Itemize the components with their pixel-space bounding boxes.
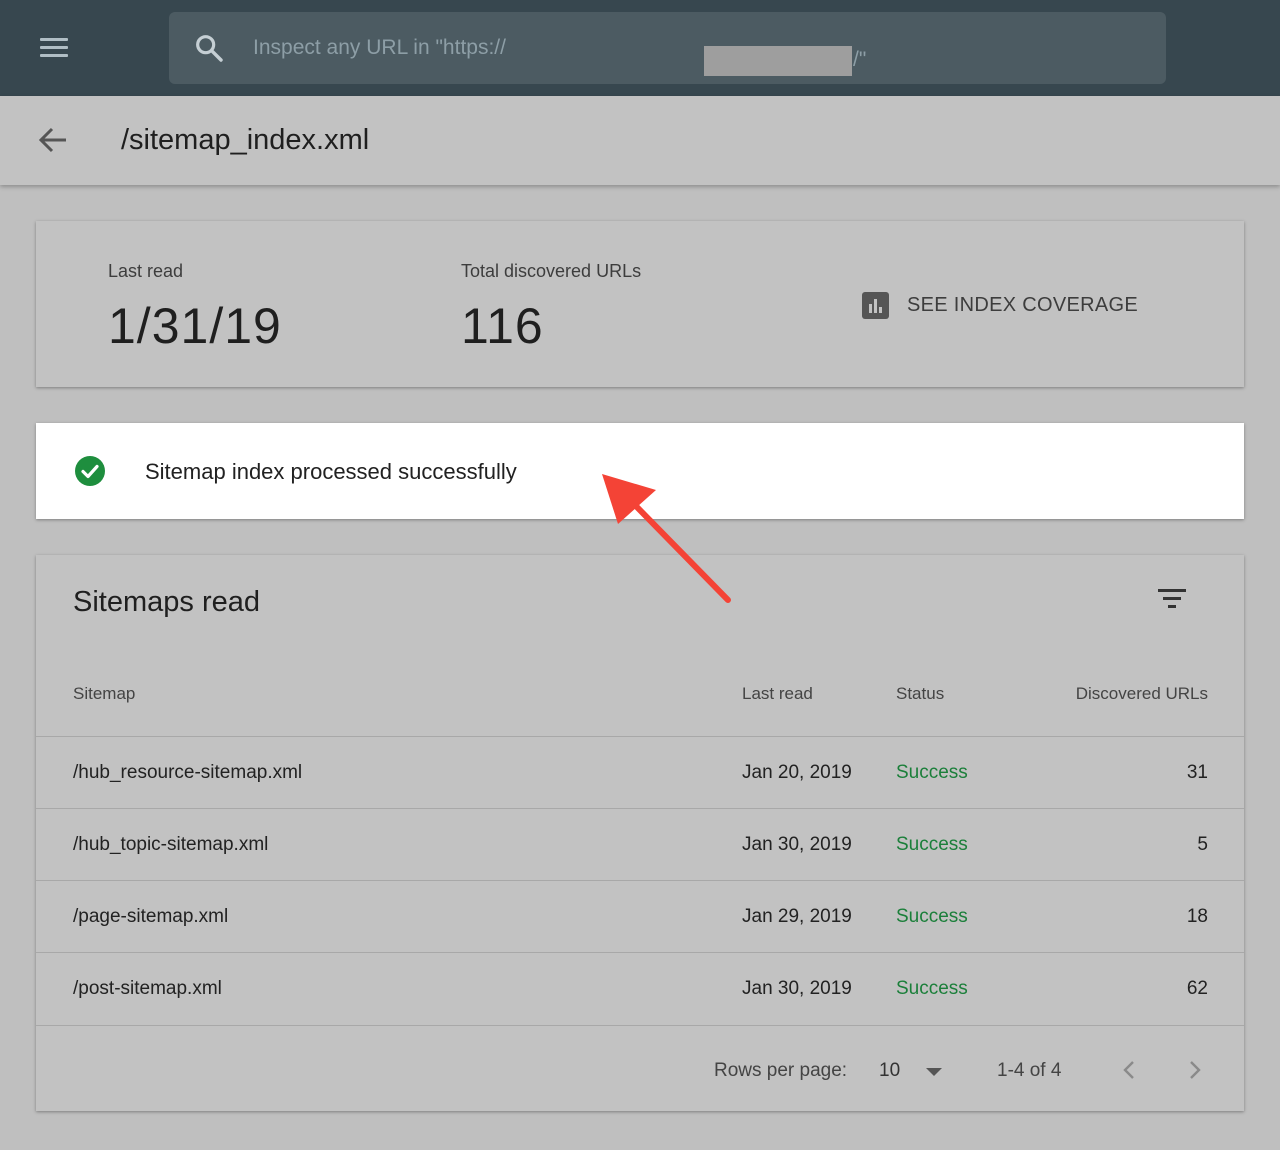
- last-read-label: Last read: [108, 261, 184, 281]
- column-header-last-read[interactable]: Last read: [742, 684, 813, 704]
- menu-icon[interactable]: [30, 30, 78, 66]
- chevron-right-icon[interactable]: [1179, 1054, 1211, 1086]
- rows-per-page-select[interactable]: 10: [876, 1054, 946, 1086]
- table-row[interactable]: /post-sitemap.xml Jan 30, 2019 Success 6…: [36, 952, 1244, 1024]
- page-header: /sitemap_index.xml: [0, 96, 1280, 185]
- see-index-coverage-button[interactable]: SEE INDEX COVERAGE: [862, 287, 1138, 323]
- total-urls-value: 116: [461, 298, 544, 354]
- rows-per-page-label: Rows per page:: [714, 1060, 848, 1081]
- table-pagination: Rows per page: 10 1-4 of 4: [36, 1025, 1244, 1111]
- status-text: Success: [896, 762, 968, 783]
- page-title: /sitemap_index.xml: [121, 124, 370, 156]
- chevron-left-icon[interactable]: [1113, 1054, 1145, 1086]
- see-index-coverage-label: SEE INDEX COVERAGE: [907, 293, 1139, 316]
- table-title: Sitemaps read: [73, 586, 260, 618]
- sitemaps-read-card: Sitemaps read Sitemap Last read Status D…: [36, 555, 1244, 1111]
- status-message: Sitemap index processed successfully: [145, 459, 517, 484]
- search-input[interactable]: [253, 12, 1133, 84]
- last-read-value: 1/31/19: [108, 298, 282, 354]
- total-urls-label: Total discovered URLs: [461, 261, 642, 281]
- top-app-bar: /": [0, 0, 1280, 96]
- filter-icon[interactable]: [1152, 583, 1192, 615]
- column-header-status[interactable]: Status: [896, 684, 944, 704]
- sitemap-path: /hub_topic-sitemap.xml: [73, 834, 269, 855]
- url-inspection-search[interactable]: /": [169, 12, 1166, 84]
- last-read-date: Jan 30, 2019: [742, 834, 852, 855]
- rows-per-page-value: 10: [879, 1060, 901, 1081]
- column-header-discovered-urls[interactable]: Discovered URLs: [1076, 684, 1208, 704]
- last-read-date: Jan 29, 2019: [742, 906, 852, 927]
- table-row[interactable]: /page-sitemap.xml Jan 29, 2019 Success 1…: [36, 880, 1244, 952]
- status-text: Success: [896, 834, 968, 855]
- last-read-date: Jan 20, 2019: [742, 762, 852, 783]
- search-icon: [196, 35, 223, 62]
- bar-chart-icon: [862, 291, 889, 319]
- table-row[interactable]: /hub_resource-sitemap.xml Jan 20, 2019 S…: [36, 736, 1244, 808]
- column-header-sitemap[interactable]: Sitemap: [73, 684, 135, 704]
- dropdown-arrow-icon: [926, 1068, 942, 1076]
- status-text: Success: [896, 978, 968, 999]
- sitemap-summary-card: Last read 1/31/19 Total discovered URLs …: [36, 221, 1244, 387]
- status-text: Success: [896, 906, 968, 927]
- discovered-urls-count: 5: [1197, 834, 1208, 855]
- discovered-urls-count: 62: [1186, 978, 1208, 999]
- discovered-urls-count: 18: [1186, 906, 1208, 927]
- sitemap-path: /page-sitemap.xml: [73, 906, 229, 927]
- back-arrow-icon[interactable]: [34, 122, 74, 158]
- check-circle-icon: [75, 456, 105, 486]
- last-read-date: Jan 30, 2019: [742, 978, 852, 999]
- pagination-range: 1-4 of 4: [997, 1060, 1062, 1081]
- redacted-domain: [704, 46, 852, 76]
- sitemap-path: /post-sitemap.xml: [73, 978, 222, 999]
- table-row[interactable]: /hub_topic-sitemap.xml Jan 30, 2019 Succ…: [36, 808, 1244, 880]
- sitemap-path: /hub_resource-sitemap.xml: [73, 762, 303, 783]
- discovered-urls-count: 31: [1186, 762, 1208, 783]
- search-placeholder-suffix: /": [853, 48, 867, 71]
